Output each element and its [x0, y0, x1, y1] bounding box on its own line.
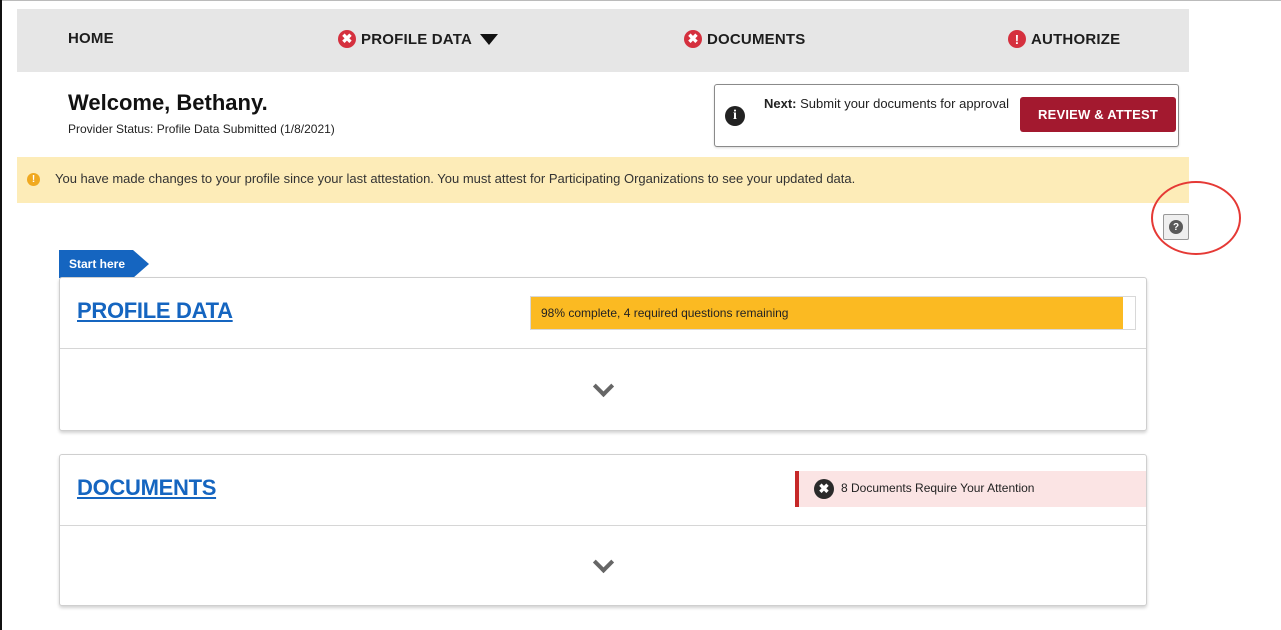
- documents-card: DOCUMENTS ✖ 8 Documents Require Your Att…: [59, 454, 1147, 606]
- nav-documents-label: DOCUMENTS: [707, 30, 806, 48]
- next-step-text: Next: Submit your documents for approval: [764, 96, 1009, 112]
- progress-label: 98% complete, 4 required questions remai…: [541, 306, 789, 320]
- profile-data-link[interactable]: PROFILE DATA: [77, 298, 233, 324]
- next-step-description: Submit your documents for approval: [796, 96, 1009, 111]
- page: HOME ✖ PROFILE DATA ✖ DOCUMENTS ! AUTHOR…: [17, 9, 1241, 630]
- review-attest-button[interactable]: REVIEW & ATTEST: [1020, 97, 1176, 132]
- warning-icon: !: [1008, 30, 1026, 48]
- profile-data-card: PROFILE DATA 98% complete, 4 required qu…: [59, 277, 1147, 431]
- profile-data-card-header: PROFILE DATA 98% complete, 4 required qu…: [60, 278, 1146, 349]
- help-button[interactable]: ?: [1163, 214, 1189, 240]
- error-icon: ✖: [814, 479, 834, 499]
- nav-authorize[interactable]: ! AUTHORIZE: [1008, 30, 1120, 48]
- documents-expand-toggle[interactable]: [60, 526, 1146, 605]
- tab-arrow-icon: [133, 250, 150, 278]
- info-icon: i: [725, 106, 745, 126]
- frame-left-border: [0, 0, 2, 630]
- nav-home-label: HOME: [68, 30, 114, 47]
- nav-documents[interactable]: ✖ DOCUMENTS: [684, 30, 805, 48]
- alert-message: You have made changes to your profile si…: [55, 171, 856, 186]
- chevron-down-icon: [592, 375, 614, 398]
- welcome-heading: Welcome, Bethany.: [68, 90, 268, 115]
- documents-card-header: DOCUMENTS ✖ 8 Documents Require Your Att…: [60, 455, 1146, 526]
- profile-progress-bar: 98% complete, 4 required questions remai…: [530, 296, 1136, 330]
- warning-icon: !: [27, 173, 40, 186]
- frame-top-line: [0, 0, 1281, 1]
- nav-profile-data[interactable]: ✖ PROFILE DATA: [338, 30, 499, 48]
- start-here-tab: Start here: [59, 250, 150, 278]
- start-here-label: Start here: [59, 250, 134, 278]
- provider-status: Provider Status: Profile Data Submitted …: [68, 122, 335, 136]
- next-step-box: i Next: Submit your documents for approv…: [714, 84, 1179, 147]
- nav-authorize-label: AUTHORIZE: [1031, 30, 1121, 48]
- next-step-label: Next:: [764, 96, 797, 111]
- documents-link[interactable]: DOCUMENTS: [77, 475, 216, 501]
- nav-home[interactable]: HOME: [68, 30, 114, 47]
- chevron-down-icon: [592, 551, 614, 574]
- question-icon: ?: [1169, 220, 1183, 234]
- nav-profile-data-label: PROFILE DATA: [361, 30, 473, 48]
- profile-expand-toggle[interactable]: [60, 349, 1146, 430]
- attestation-alert: ! You have made changes to your profile …: [17, 157, 1189, 203]
- error-icon: ✖: [684, 30, 702, 48]
- caret-down-icon[interactable]: [480, 33, 499, 45]
- documents-status-text: 8 Documents Require Your Attention: [841, 481, 1035, 495]
- documents-status-badge: ✖ 8 Documents Require Your Attention: [795, 471, 1146, 507]
- error-icon: ✖: [338, 30, 356, 48]
- top-nav: HOME ✖ PROFILE DATA ✖ DOCUMENTS ! AUTHOR…: [17, 9, 1189, 72]
